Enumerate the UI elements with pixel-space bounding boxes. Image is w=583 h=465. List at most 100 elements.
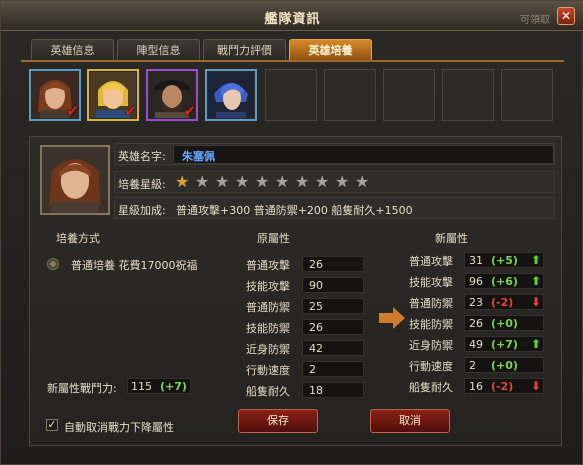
new-stat-delta: (+7) <box>491 338 518 351</box>
new-stat-delta: (-2) <box>491 380 514 393</box>
star-icon-empty: ★ <box>295 172 310 191</box>
new-stat-value: 49 <box>469 338 483 351</box>
new-stat-label: 近身防禦 <box>409 339 453 352</box>
old-stat-label: 普通防禦 <box>246 301 290 314</box>
title-bar: 艦隊資訊 可領取 ✕ <box>1 1 583 31</box>
save-button[interactable]: 保存 <box>238 409 318 433</box>
old-stat-label: 行動速度 <box>246 364 290 377</box>
auto-cancel-checkbox[interactable]: ✓ <box>46 419 58 431</box>
old-stat-value-box: 26 <box>302 256 364 272</box>
new-stat-value: 2 <box>469 359 476 372</box>
new-power-label: 新屬性戰鬥力: <box>47 382 117 395</box>
hero-portrait-blue-hair-man <box>208 72 254 118</box>
new-stat-label: 普通防禦 <box>409 297 453 310</box>
transform-arrow-icon <box>379 307 405 329</box>
new-power-delta: (+7) <box>160 380 187 393</box>
new-stat-value: 31 <box>469 254 483 267</box>
roster-slot-hero-2[interactable]: ✔ <box>87 69 139 121</box>
old-stat-label: 普通攻擊 <box>246 259 290 272</box>
old-stat-value: 26 <box>309 258 323 271</box>
old-stat-value: 18 <box>309 384 323 397</box>
star-icon-empty: ★ <box>315 172 330 191</box>
close-button[interactable]: ✕ <box>557 7 575 25</box>
old-stat-value: 25 <box>309 300 323 313</box>
old-stat-value: 90 <box>309 279 323 292</box>
new-stats-header: 新屬性 <box>435 232 468 245</box>
roster-slot-empty[interactable] <box>501 69 553 121</box>
old-stat-label: 近身防禦 <box>246 343 290 356</box>
old-stat-value: 42 <box>309 342 323 355</box>
selected-check-icon: ✔ <box>124 102 137 120</box>
star-icon-empty: ★ <box>235 172 250 191</box>
new-stat-label: 船隻耐久 <box>409 381 453 394</box>
roster-slot-empty[interactable] <box>324 69 376 121</box>
selected-check-icon: ✔ <box>66 102 79 120</box>
window-title: 艦隊資訊 <box>264 12 321 27</box>
hero-name-box: 朱塞佩 <box>173 145 554 164</box>
roster-slot-empty[interactable] <box>265 69 317 121</box>
tab-hero-info[interactable]: 英雄信息 <box>31 39 114 61</box>
new-power-value: 115 <box>131 380 152 393</box>
tab-formation-info[interactable]: 陣型信息 <box>117 39 200 61</box>
old-stat-value: 2 <box>309 363 316 376</box>
new-stat-delta: (-2) <box>491 296 514 309</box>
new-stat-label: 技能攻擊 <box>409 276 453 289</box>
auto-cancel-label: 自動取消戰力下降屬性 <box>64 421 174 434</box>
old-stat-label: 船隻耐久 <box>246 385 290 398</box>
new-stat-value-box: 26 (+0) <box>464 315 544 331</box>
old-stat-value-box: 25 <box>302 298 364 314</box>
new-stat-label: 行動速度 <box>409 360 453 373</box>
new-stat-label: 技能防禦 <box>409 318 453 331</box>
star-icon-empty: ★ <box>255 172 270 191</box>
increase-arrow-icon: ⬆ <box>531 274 542 288</box>
old-stat-value-box: 18 <box>302 382 364 398</box>
new-stat-value: 26 <box>469 317 483 330</box>
hero-name: 朱塞佩 <box>182 150 215 163</box>
tab-combat-rating[interactable]: 戰鬥力評價 <box>203 39 286 61</box>
new-power-box: 115 (+7) <box>127 378 191 394</box>
star-bonus-label: 星級加成: <box>118 204 166 217</box>
star-icon-empty: ★ <box>275 172 290 191</box>
roster-slot-hero-4[interactable] <box>205 69 257 121</box>
roster-slot-empty[interactable] <box>442 69 494 121</box>
roster-slot-hero-1[interactable]: ✔ <box>29 69 81 121</box>
roster-slot-hero-3[interactable]: ✔ <box>146 69 198 121</box>
new-stat-value: 23 <box>469 296 483 309</box>
old-stat-value-box: 42 <box>302 340 364 356</box>
star-icon-empty: ★ <box>355 172 370 191</box>
star-bonus-row: 星級加成: 普通攻擊+300 普通防禦+200 船隻耐久+1500 <box>114 197 555 219</box>
star-level-label: 培養星級: <box>118 178 166 191</box>
tab-hero-training[interactable]: 英雄培養 <box>289 39 372 61</box>
decrease-arrow-icon: ⬇ <box>531 295 542 309</box>
star-icon-filled: ★ <box>175 172 190 191</box>
method-header: 培養方式 <box>56 232 100 245</box>
decrease-arrow-icon: ⬇ <box>531 379 542 393</box>
tab-divider <box>21 60 564 62</box>
new-stat-label: 普通攻擊 <box>409 255 453 268</box>
new-stat-value: 96 <box>469 275 483 288</box>
training-method-radio[interactable] <box>47 258 59 270</box>
background-claim-text: 可領取 <box>520 15 550 26</box>
old-stat-label: 技能攻擊 <box>246 280 290 293</box>
star-icon-empty: ★ <box>215 172 230 191</box>
hero-name-label: 英雄名字: <box>118 150 166 163</box>
fleet-info-window: 艦隊資訊 可領取 ✕ 英雄信息 陣型信息 戰鬥力評價 英雄培養 ✔ ✔ ✔ 英雄… <box>0 0 583 465</box>
increase-arrow-icon: ⬆ <box>531 337 542 351</box>
new-stat-delta: (+6) <box>491 275 518 288</box>
old-stats-header: 原屬性 <box>257 232 290 245</box>
old-stat-label: 技能防禦 <box>246 322 290 335</box>
star-icon-empty: ★ <box>335 172 350 191</box>
cancel-button[interactable]: 取消 <box>370 409 450 433</box>
selected-check-icon: ✔ <box>183 102 196 120</box>
hero-large-portrait <box>40 145 110 215</box>
training-method-text: 普通培養 花費17000祝福 <box>71 259 198 272</box>
new-stat-value-box: 2 (+0) <box>464 357 544 373</box>
increase-arrow-icon: ⬆ <box>531 253 542 267</box>
new-stat-delta: (+0) <box>491 317 518 330</box>
roster-slot-empty[interactable] <box>383 69 435 121</box>
new-stat-delta: (+5) <box>491 254 518 267</box>
old-stat-value-box: 90 <box>302 277 364 293</box>
new-stat-delta: (+0) <box>491 359 518 372</box>
old-stat-value: 26 <box>309 321 323 334</box>
old-stat-value-box: 2 <box>302 361 364 377</box>
